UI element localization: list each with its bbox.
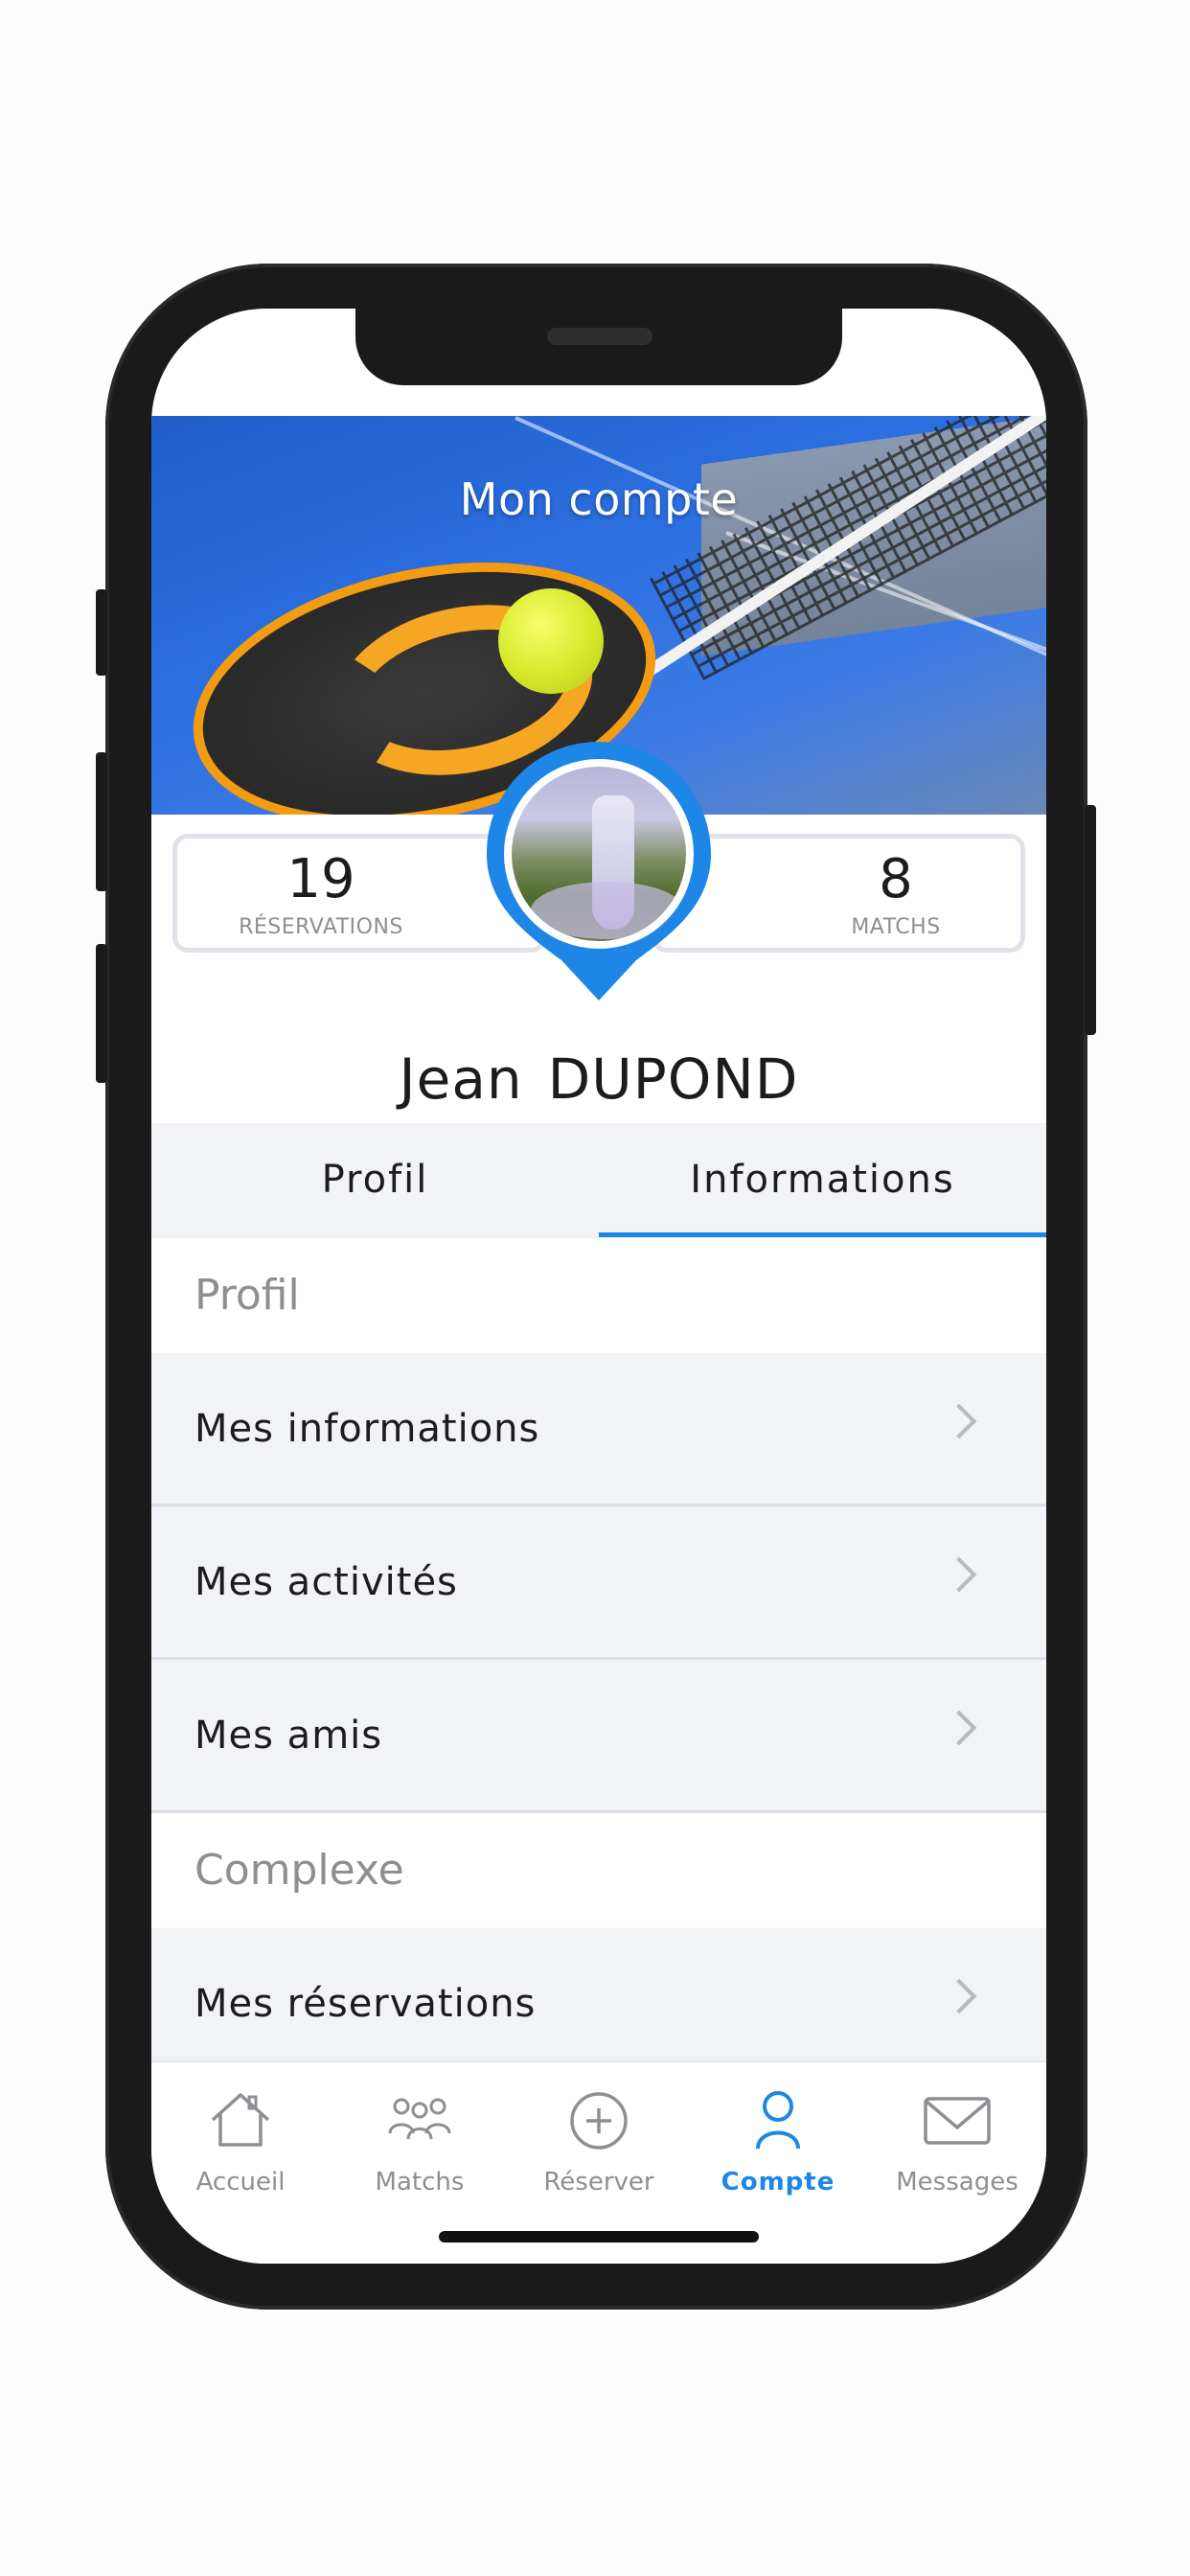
tab-label: Accueil	[195, 2168, 286, 2196]
list-item-mes-activites[interactable]: Mes activités	[151, 1506, 1046, 1660]
active-tab-indicator	[599, 1232, 1046, 1237]
tab-compte[interactable]: Compte	[689, 2062, 867, 2206]
tab-label: Messages	[896, 2168, 1018, 2196]
list-item-mes-reservations[interactable]: Mes réservations	[151, 1928, 1046, 2082]
volume-down-button	[96, 944, 107, 1083]
chevron-right-icon	[941, 1978, 977, 2014]
list-item-label: Mes activités	[195, 1560, 458, 1604]
section-header-profil: Profil	[151, 1238, 1046, 1353]
reservations-count: 19	[286, 848, 355, 910]
user-icon	[756, 2091, 800, 2150]
tab-informations[interactable]: Informations	[599, 1123, 1046, 1238]
user-last-name: DUPOND	[547, 1046, 799, 1112]
tab-accueil[interactable]: Accueil	[151, 2062, 330, 2206]
avatar-pin[interactable]	[487, 742, 711, 1000]
list-item-mes-informations[interactable]: Mes informations	[151, 1353, 1046, 1506]
mute-switch	[96, 589, 107, 676]
chevron-right-icon	[941, 1403, 977, 1439]
page-title: Mon compte	[459, 473, 739, 525]
section-header-complexe: Complexe	[151, 1813, 1046, 1928]
home-icon	[211, 2093, 270, 2147]
tab-label: Matchs	[375, 2168, 465, 2196]
notch	[355, 309, 842, 385]
matchs-count: 8	[879, 848, 913, 910]
tab-profil[interactable]: Profil	[151, 1123, 599, 1238]
list-item-mes-amis[interactable]: Mes amis	[151, 1660, 1046, 1813]
home-indicator	[439, 2231, 759, 2242]
tab-matchs[interactable]: Matchs	[331, 2062, 509, 2206]
chevron-right-icon	[941, 1556, 977, 1593]
plus-circle-icon	[570, 2092, 628, 2150]
segmented-tabs: Profil Informations	[151, 1123, 1046, 1238]
list-item-label: Mes informations	[195, 1407, 540, 1451]
avatar	[504, 759, 694, 949]
reservations-label: RÉSERVATIONS	[239, 915, 403, 939]
speaker	[547, 328, 652, 345]
tab-label: Réserver	[543, 2168, 654, 2196]
chevron-right-icon	[941, 1710, 977, 1746]
user-first-name: Jean	[399, 1046, 523, 1112]
user-full-name: Jean DUPOND	[151, 1046, 1046, 1112]
volume-up-button	[96, 752, 107, 891]
tab-reserver[interactable]: Réserver	[510, 2062, 688, 2206]
app-screen: Mon compte 19 RÉSERVATIONS 8 MATCHS Jean…	[151, 309, 1046, 2264]
tab-label: Compte	[721, 2168, 835, 2196]
mail-icon	[924, 2097, 991, 2145]
people-icon	[388, 2098, 451, 2140]
list-item-label: Mes amis	[195, 1714, 383, 1758]
list-item-label: Mes réservations	[195, 1982, 537, 2026]
power-button	[1085, 805, 1096, 1035]
mist	[531, 882, 684, 939]
matchs-label: MATCHS	[851, 915, 941, 939]
tab-messages[interactable]: Messages	[868, 2062, 1046, 2206]
padel-ball	[498, 588, 604, 694]
